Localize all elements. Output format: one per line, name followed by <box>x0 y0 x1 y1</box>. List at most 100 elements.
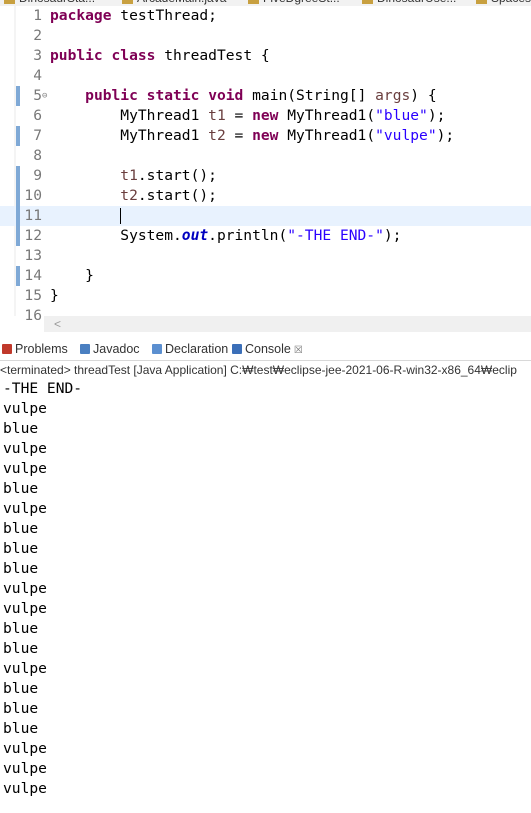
line-number: 15 <box>24 287 42 304</box>
editor-horizontal-scrollbar[interactable]: < <box>44 316 531 332</box>
current-code-line[interactable]: 11 <box>0 206 531 226</box>
code-token: ) { <box>410 87 437 104</box>
console-line: blue <box>3 520 39 537</box>
code-token: args <box>375 87 411 104</box>
line-number: 16 <box>24 307 42 324</box>
code-line[interactable]: 13 <box>0 246 531 266</box>
editor-tab-label: DinosaurUse... <box>377 0 456 5</box>
code-token: .println( <box>208 227 288 244</box>
code-token: t2 <box>120 187 138 204</box>
code-text: MyThread1 t2 = new MyThread1("vulpe"); <box>50 126 454 146</box>
code-token: package <box>50 7 112 24</box>
code-token: "vulpe" <box>375 127 437 144</box>
code-line[interactable]: 3 public class threadTest { <box>0 46 531 66</box>
view-tab-declaration[interactable]: Declaration <box>152 338 228 360</box>
code-token: threadTest { <box>155 47 270 64</box>
code-line[interactable]: 5 ⊖ public static void main(String[] args… <box>0 86 531 106</box>
javadoc-icon <box>80 344 90 354</box>
view-tab-label: Console <box>245 342 291 356</box>
console-line: vulpe <box>3 780 47 797</box>
code-token: class <box>111 47 156 64</box>
line-number: 3 <box>33 47 42 64</box>
editor-tab-label: ArcadeMain.java <box>137 0 226 5</box>
console-line: vulpe <box>3 500 47 517</box>
java-file-icon <box>362 0 373 5</box>
code-token: public <box>50 47 103 64</box>
code-token: MyThread1( <box>278 127 376 144</box>
code-text: public class threadTest { <box>50 46 270 66</box>
code-text: MyThread1 t1 = new MyThread1("blue"); <box>50 106 445 126</box>
console-icon <box>232 344 242 354</box>
code-line[interactable]: 2 <box>0 26 531 46</box>
code-line[interactable]: 8 <box>0 146 531 166</box>
editor-tab-label: DinosaurSta... <box>19 0 95 5</box>
code-editor[interactable]: 1 package testThread; 2 3 public class threa… <box>0 6 531 324</box>
fold-toggle-icon[interactable]: ⊖ <box>42 86 47 106</box>
change-marker <box>16 266 20 286</box>
code-line[interactable]: 12 System.out.println("-THE END-"); <box>0 226 531 246</box>
scroll-left-arrow-icon[interactable]: < <box>54 316 61 332</box>
console-line: blue <box>3 560 39 577</box>
code-token: = <box>225 107 253 124</box>
console-line: vulpe <box>3 740 47 757</box>
code-text: public static void main(String[] args) { <box>50 86 437 106</box>
code-token: t1 <box>120 167 138 184</box>
code-token: out <box>181 227 209 244</box>
code-line[interactable]: 15} <box>0 286 531 306</box>
view-tab-problems[interactable]: Problems <box>2 338 68 360</box>
code-token: .start(); <box>137 167 217 184</box>
code-token: "-THE END-" <box>287 227 384 244</box>
code-line[interactable]: 10 t2.start(); <box>0 186 531 206</box>
line-number: 13 <box>24 247 42 264</box>
editor-tab-label: SpacesI <box>491 0 531 5</box>
java-file-icon <box>248 0 259 5</box>
code-token: MyThread1 <box>50 127 209 144</box>
problems-icon <box>2 344 12 354</box>
view-tab-label: Problems <box>15 342 68 356</box>
text-caret <box>120 208 121 224</box>
console-line: blue <box>3 680 39 697</box>
view-tab-javadoc[interactable]: Javadoc <box>80 338 140 360</box>
code-line[interactable]: 4 <box>0 66 531 86</box>
view-tab-console[interactable]: Console ☒ <box>232 338 303 360</box>
code-line[interactable]: 9 t1.start(); <box>0 166 531 186</box>
console-line: blue <box>3 620 39 637</box>
code-text: } <box>50 266 94 286</box>
code-token: t2 <box>208 127 226 144</box>
console-line: vulpe <box>3 760 47 777</box>
java-file-icon <box>4 0 15 5</box>
code-token: ); <box>427 107 446 124</box>
code-text: package testThread; <box>50 6 217 26</box>
line-number: 8 <box>33 147 42 164</box>
java-file-icon <box>476 0 487 5</box>
console-line: vulpe <box>3 400 47 417</box>
code-token: static <box>146 87 200 104</box>
console-output[interactable]: -THE END-vulpe blue vulpe vulpe blue vulpe blu… <box>0 379 531 813</box>
console-line: vulpe <box>3 440 47 457</box>
code-token: void <box>208 87 244 104</box>
code-token: } <box>50 287 59 304</box>
code-token: testThread; <box>111 7 217 24</box>
change-marker <box>16 166 20 246</box>
code-token: ); <box>383 227 402 244</box>
code-line[interactable]: 14 } <box>0 266 531 286</box>
editor-tab-label: FiveDgreeSt... <box>263 0 340 5</box>
console-line: blue <box>3 540 39 557</box>
code-line[interactable]: 6 MyThread1 t1 = new MyThread1("blue"); <box>0 106 531 126</box>
code-line[interactable]: 7 MyThread1 t2 = new MyThread1("vulpe"); <box>0 126 531 146</box>
line-number: 1 <box>33 7 42 24</box>
console-line: blue <box>3 420 39 437</box>
code-text: System.out.println("-THE END-"); <box>50 226 401 246</box>
console-line: blue <box>3 720 39 737</box>
code-line[interactable]: 1 package testThread; <box>0 6 531 26</box>
console-status: <terminated> threadTest [Java Applicatio… <box>0 363 517 377</box>
view-tab-label: Declaration <box>165 342 229 356</box>
code-token: = <box>225 127 253 144</box>
console-line: blue <box>3 640 39 657</box>
close-tab-icon[interactable]: ☒ <box>294 345 303 356</box>
code-token: MyThread1 <box>50 107 209 124</box>
